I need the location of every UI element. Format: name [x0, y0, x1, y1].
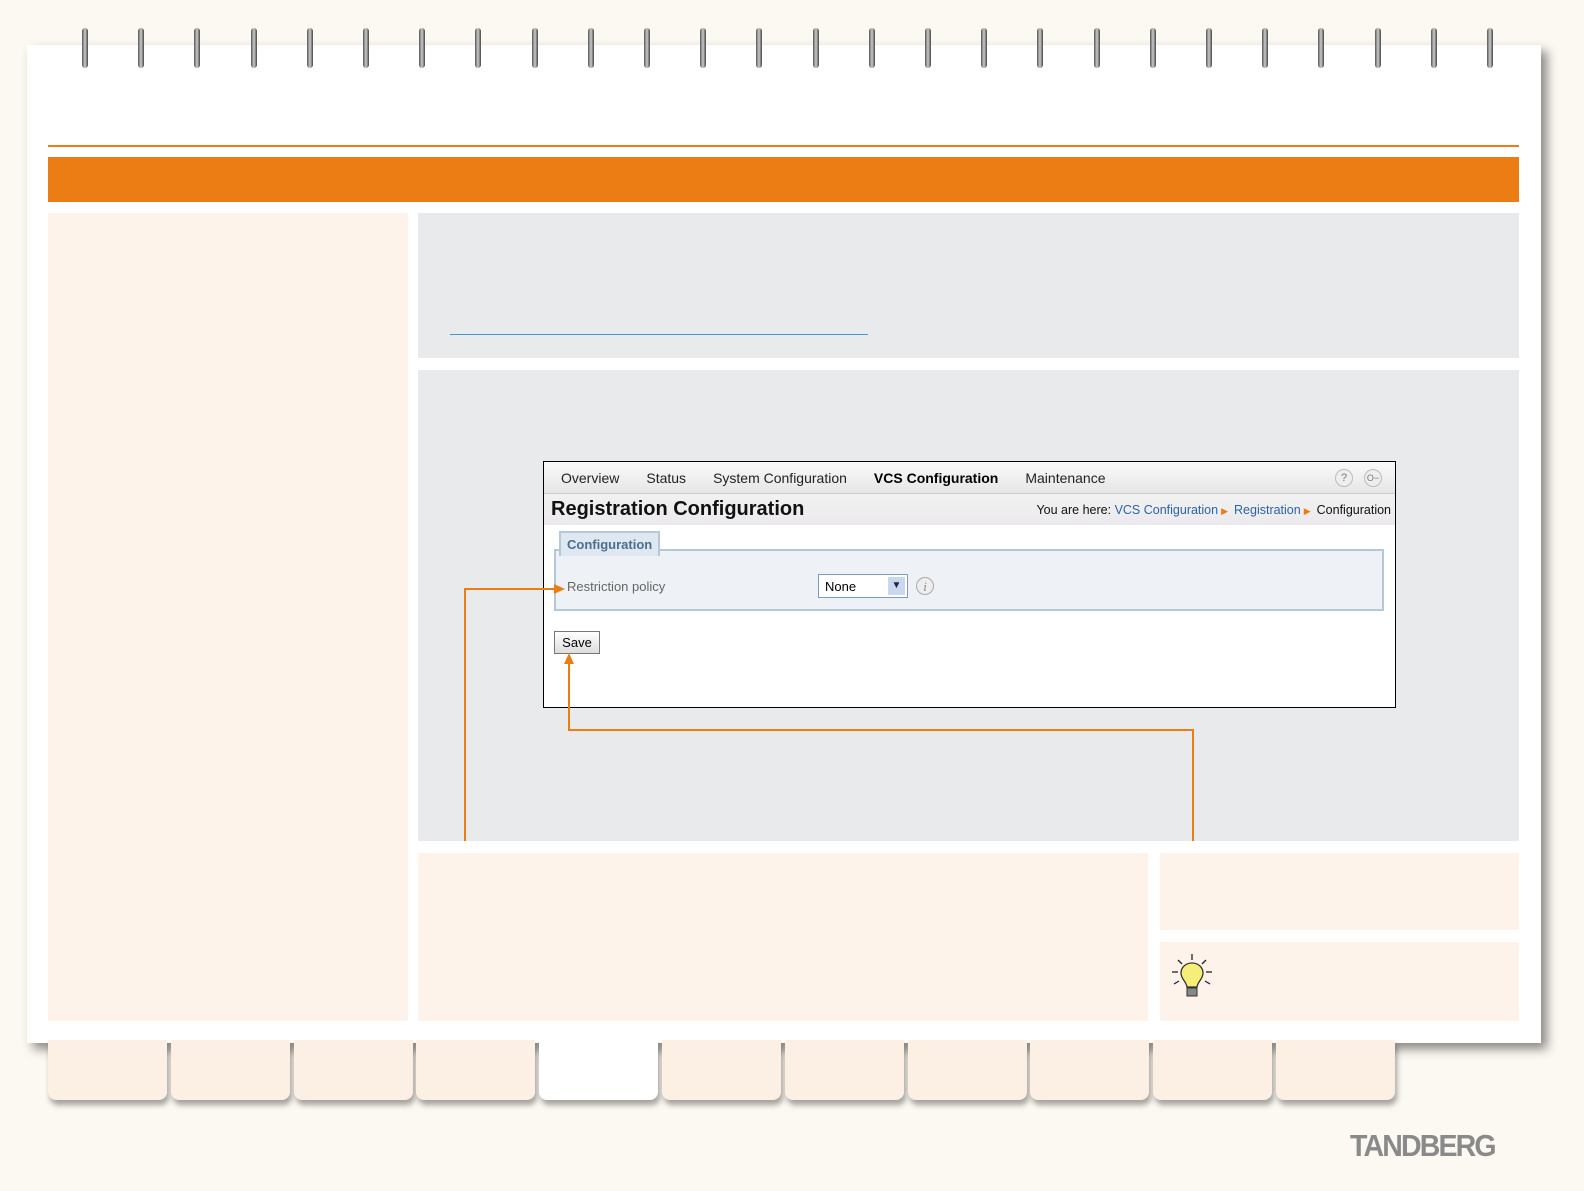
- breadcrumb-registration[interactable]: Registration: [1234, 503, 1301, 517]
- chapter-tab[interactable]: [170, 1040, 290, 1100]
- spiral-ring: [1262, 28, 1269, 68]
- breadcrumb: You are here: VCS Configuration ▶ Registra…: [1036, 503, 1391, 517]
- tandberg-logo: TANDBERG: [1350, 1128, 1497, 1163]
- app-screenshot: Overview Status System Configuration VCS…: [543, 461, 1396, 708]
- tip-panel: [1160, 942, 1519, 1021]
- spiral-ring: [194, 28, 201, 68]
- restriction-policy-select[interactable]: None ▼: [818, 574, 908, 598]
- info-icon[interactable]: i: [916, 577, 934, 595]
- chapter-tab[interactable]: [784, 1040, 904, 1100]
- spiral-ring: [587, 28, 594, 68]
- spiral-ring: [1487, 28, 1493, 68]
- spiral-ring: [1430, 28, 1437, 68]
- breadcrumb-arrow-icon: ▶: [1221, 505, 1229, 516]
- left-panel: [48, 213, 408, 1021]
- nav-status[interactable]: Status: [646, 470, 686, 486]
- logout-icon[interactable]: O−: [1364, 469, 1382, 487]
- restriction-policy-label: Restriction policy: [567, 579, 666, 594]
- nav-maintenance[interactable]: Maintenance: [1025, 470, 1105, 486]
- spiral-ring: [868, 28, 875, 68]
- nav-overview[interactable]: Overview: [561, 470, 619, 486]
- intro-panel: [418, 213, 1519, 358]
- spiral-ring: [981, 28, 988, 68]
- spiral-ring: [700, 28, 707, 68]
- spiral-ring: [1093, 28, 1100, 68]
- side-panel: [1160, 853, 1519, 930]
- chevron-down-icon: ▼: [888, 577, 905, 595]
- spiral-ring: [644, 28, 650, 68]
- chapter-tab[interactable]: [907, 1040, 1027, 1100]
- spiral-ring: [756, 28, 763, 68]
- spiral-ring: [1318, 28, 1325, 68]
- chapter-tab[interactable]: [662, 1040, 781, 1100]
- breadcrumb-prefix: You are here:: [1036, 502, 1112, 517]
- spiral-ring: [812, 28, 819, 68]
- main-nav: Overview Status System Configuration VCS…: [544, 462, 1395, 494]
- section-banner: [48, 157, 1519, 202]
- notes-panel: [418, 853, 1148, 1021]
- select-value: None: [825, 579, 857, 594]
- configuration-legend: Configuration: [559, 531, 661, 556]
- nav-system-configuration[interactable]: System Configuration: [713, 470, 847, 486]
- chapter-tab[interactable]: [539, 1040, 659, 1100]
- header-rule: [48, 145, 1519, 147]
- nav-vcs-configuration[interactable]: VCS Configuration: [874, 470, 998, 486]
- chapter-tab[interactable]: [1276, 1040, 1395, 1100]
- link-underline[interactable]: [450, 334, 868, 335]
- chapter-tab[interactable]: [416, 1040, 536, 1100]
- breadcrumb-vcs-configuration[interactable]: VCS Configuration: [1115, 503, 1219, 517]
- breadcrumb-arrow-icon: ▶: [1303, 505, 1311, 516]
- save-button[interactable]: Save: [554, 631, 600, 654]
- breadcrumb-current: Configuration: [1316, 502, 1391, 517]
- spiral-ring: [925, 28, 931, 68]
- spiral-ring: [475, 28, 482, 68]
- spiral-ring: [1374, 28, 1381, 68]
- chapter-tab[interactable]: [293, 1040, 413, 1100]
- spiral-ring: [250, 28, 257, 68]
- spiral-ring: [82, 28, 88, 68]
- chapter-tab[interactable]: [48, 1040, 167, 1100]
- spiral-ring: [1206, 28, 1212, 68]
- spiral-ring: [1149, 28, 1156, 68]
- spiral-ring: [419, 28, 426, 68]
- chapter-tab[interactable]: [1030, 1040, 1150, 1100]
- spiral-ring: [138, 28, 145, 68]
- spiral-ring: [306, 28, 313, 68]
- spiral-ring: [531, 28, 538, 68]
- spiral-ring: [363, 28, 369, 68]
- help-icon[interactable]: ?: [1335, 469, 1353, 487]
- lightbulb-icon: [1172, 954, 1212, 997]
- configuration-fieldset: Restriction policy: [554, 549, 1384, 611]
- spiral-ring: [1037, 28, 1044, 68]
- page-title: Registration Configuration: [551, 498, 805, 520]
- chapter-tab[interactable]: [1153, 1040, 1273, 1100]
